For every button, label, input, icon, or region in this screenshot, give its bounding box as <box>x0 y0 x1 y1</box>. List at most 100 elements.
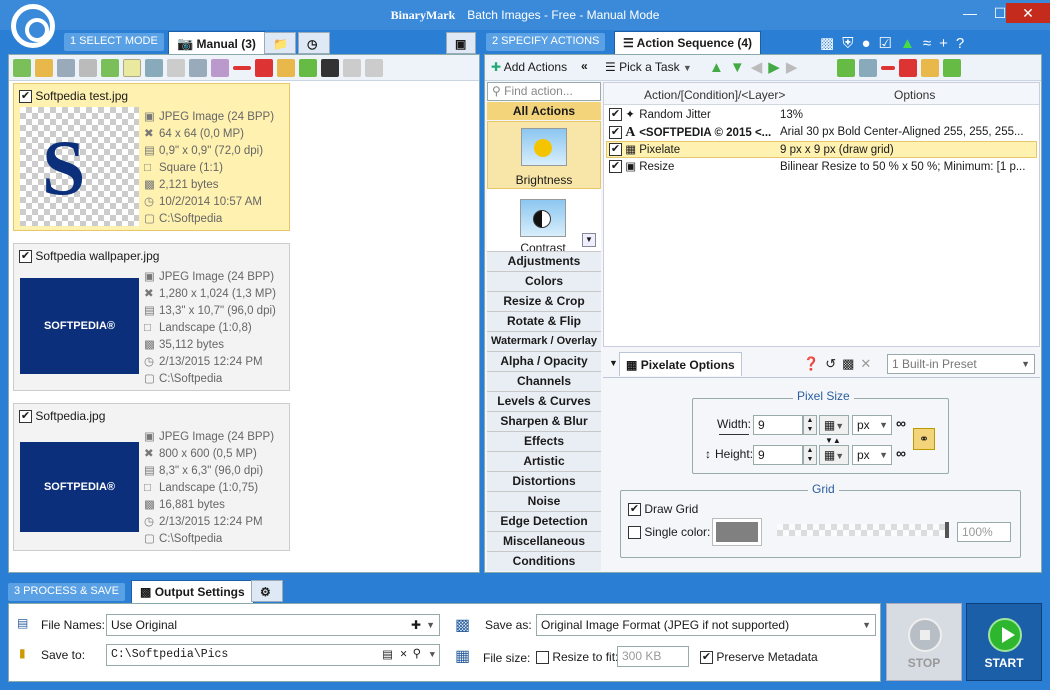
column-header-options[interactable]: Options <box>894 88 935 102</box>
save-sequence-icon[interactable] <box>943 59 961 77</box>
draw-grid-checkbox[interactable]: ✔ Draw Grid <box>628 502 698 517</box>
document-icon[interactable] <box>167 59 185 77</box>
find-icon[interactable] <box>57 59 75 77</box>
add-folder-icon[interactable] <box>35 59 53 77</box>
export-icon[interactable] <box>101 59 119 77</box>
print-icon[interactable] <box>79 59 97 77</box>
resize-to-fit-checkbox[interactable]: Resize to fit: <box>536 650 618 665</box>
delete-preset-icon[interactable]: ✕ <box>860 356 877 371</box>
link-width-icon[interactable]: ∞ <box>896 415 906 431</box>
gallery-item-brightness[interactable]: Brightness <box>487 121 601 189</box>
options-collapse-icon[interactable]: ▼ <box>609 358 618 368</box>
image-card[interactable]: ✔ Softpedia.jpg SOFTPEDIA® ▣ JPEG Image (… <box>13 403 290 551</box>
opacity-slider[interactable] <box>777 524 947 536</box>
swap-dimensions-icon[interactable]: ▼▲ <box>825 436 841 445</box>
width-input[interactable]: 9 <box>753 415 803 435</box>
find-action-input[interactable]: ⚲ Find action... <box>487 82 601 101</box>
checklist-icon[interactable]: ☑ <box>879 35 900 52</box>
category-item[interactable]: Alpha / Opacity <box>487 351 601 371</box>
height-input[interactable]: 9 <box>753 445 803 465</box>
category-item[interactable]: Colors <box>487 271 601 291</box>
category-item[interactable]: Edge Detection <box>487 511 601 531</box>
shield-icon[interactable]: ⛨ <box>842 35 861 52</box>
image-card[interactable]: ✔ Softpedia test.jpg S ▣ JPEG Image (24 B… <box>13 83 290 231</box>
help-icon[interactable]: ❓ <box>803 356 825 371</box>
width-unit-select[interactable]: px ▼ <box>852 415 892 435</box>
move-last-icon[interactable]: ▶ <box>786 59 804 76</box>
row-checkbox[interactable]: ✔ <box>609 143 622 157</box>
category-item[interactable]: Resize & Crop <box>487 291 601 311</box>
column-header-action[interactable]: Action/[Condition]/<Layer> <box>644 88 785 102</box>
opacity-slider-thumb[interactable] <box>945 522 949 538</box>
move-first-icon[interactable]: ◀ <box>751 59 769 76</box>
row-checkbox[interactable]: ✔ <box>609 126 622 140</box>
link-height-icon[interactable]: ∞ <box>896 445 906 461</box>
wifi-icon[interactable]: ≈ <box>923 35 939 52</box>
image-card[interactable]: ✔ Softpedia wallpaper.jpg SOFTPEDIA® ▣ JP… <box>13 243 290 391</box>
tab-watch-folder[interactable]: 📁 <box>264 32 296 54</box>
category-item[interactable]: Distortions <box>487 471 601 491</box>
chevron-down-icon[interactable]: ▼ <box>426 615 435 635</box>
app-menu-gear-icon[interactable] <box>11 4 55 48</box>
height-calculator-icon[interactable]: ▦▼ <box>819 445 849 465</box>
tip-icon[interactable]: ● <box>861 35 878 52</box>
image-checkbox[interactable]: ✔ <box>19 250 32 264</box>
category-item[interactable]: Levels & Curves <box>487 391 601 411</box>
tab-output-settings[interactable]: ▩ Output Settings <box>131 580 254 603</box>
open-folder-icon[interactable] <box>277 59 295 77</box>
width-spinner[interactable]: ▲ ▼ <box>803 415 817 435</box>
height-unit-select[interactable]: px ▼ <box>852 445 892 465</box>
stop-button[interactable]: STOP <box>886 603 962 681</box>
tab-pixelate-options[interactable]: ▦ Pixelate Options <box>619 352 742 376</box>
move-right-icon[interactable]: ▶ <box>768 59 786 76</box>
undo-icon[interactable]: ↺ <box>825 356 842 371</box>
add-actions-button[interactable]: ✚ Add Actions <box>491 60 567 74</box>
save-preset-icon[interactable]: ▩ <box>842 356 860 371</box>
row-checkbox[interactable]: ✔ <box>609 108 622 122</box>
resize-size-input[interactable]: 300 KB <box>617 646 689 667</box>
row-checkbox[interactable]: ✔ <box>609 160 622 174</box>
tab-action-sequence[interactable]: ☰ Action Sequence (4) <box>614 31 762 55</box>
help-icon[interactable]: ? <box>956 35 972 52</box>
save-to-input[interactable]: C:\Softpedia\Pics ▤ ✕ ⚲ ▼ <box>106 644 440 666</box>
remove-all-actions-icon[interactable] <box>899 59 917 77</box>
image-checkbox[interactable]: ✔ <box>19 90 32 104</box>
save-as-select[interactable]: Original Image Format (JPEG if not suppo… <box>536 614 876 636</box>
category-item[interactable]: Artistic <box>487 451 601 471</box>
table-row[interactable]: ✔ A <SOFTPEDIA © 2015 <... Arial 30 px Bo… <box>606 124 1037 141</box>
category-item[interactable]: Adjustments <box>487 251 601 271</box>
category-item[interactable]: Effects <box>487 431 601 451</box>
add-macro-icon[interactable]: ✚ <box>411 615 421 635</box>
color-swatch[interactable] <box>712 518 762 546</box>
category-item[interactable]: Conditions <box>487 551 601 571</box>
tab-preview[interactable]: ▣ <box>446 32 476 54</box>
table-row-selected[interactable]: ✔ ▦ Pixelate 9 px x 9 px (draw grid) <box>606 141 1037 158</box>
category-item[interactable]: Rotate & Flip <box>487 311 601 331</box>
file-names-input[interactable]: Use Original ✚ ▼ <box>106 614 440 636</box>
view-mode-icon[interactable] <box>145 59 163 77</box>
paste-icon[interactable] <box>365 59 383 77</box>
browse-folder-icon[interactable]: ▤ <box>382 645 393 665</box>
category-item[interactable]: Watermark / Overlay <box>487 331 601 351</box>
category-item[interactable]: Sharpen & Blur <box>487 411 601 431</box>
minimize-button[interactable]: — <box>955 3 985 23</box>
save-icon[interactable] <box>321 59 339 77</box>
tab-manual[interactable]: 📷 Manual (3) <box>168 31 265 55</box>
table-row[interactable]: ✔ ✦ Random Jitter 13% <box>606 107 1037 124</box>
plus-icon[interactable]: + <box>939 35 956 52</box>
close-button[interactable]: ✕ <box>1006 3 1050 23</box>
gallery-scroll-down-icon[interactable]: ▼ <box>582 233 596 247</box>
image-checkbox[interactable]: ✔ <box>19 410 32 424</box>
remove-icon[interactable] <box>233 66 251 70</box>
table-row[interactable]: ✔ ▣ Resize Bilinear Resize to 50 % x 50 %… <box>606 159 1037 176</box>
preset-select[interactable]: 1 Built-in Preset ▼ <box>887 354 1035 374</box>
start-button[interactable]: START <box>966 603 1042 681</box>
category-item[interactable]: Noise <box>487 491 601 511</box>
width-calculator-icon[interactable]: ▦▼ <box>819 415 849 435</box>
add-action-icon[interactable] <box>837 59 855 77</box>
single-color-checkbox[interactable]: Single color: <box>628 525 710 540</box>
tab-scheduler[interactable]: ◷ <box>298 32 330 54</box>
collapse-button[interactable]: « <box>581 59 588 73</box>
add-green-icon[interactable] <box>299 59 317 77</box>
opacity-input[interactable]: 100% <box>957 522 1011 542</box>
